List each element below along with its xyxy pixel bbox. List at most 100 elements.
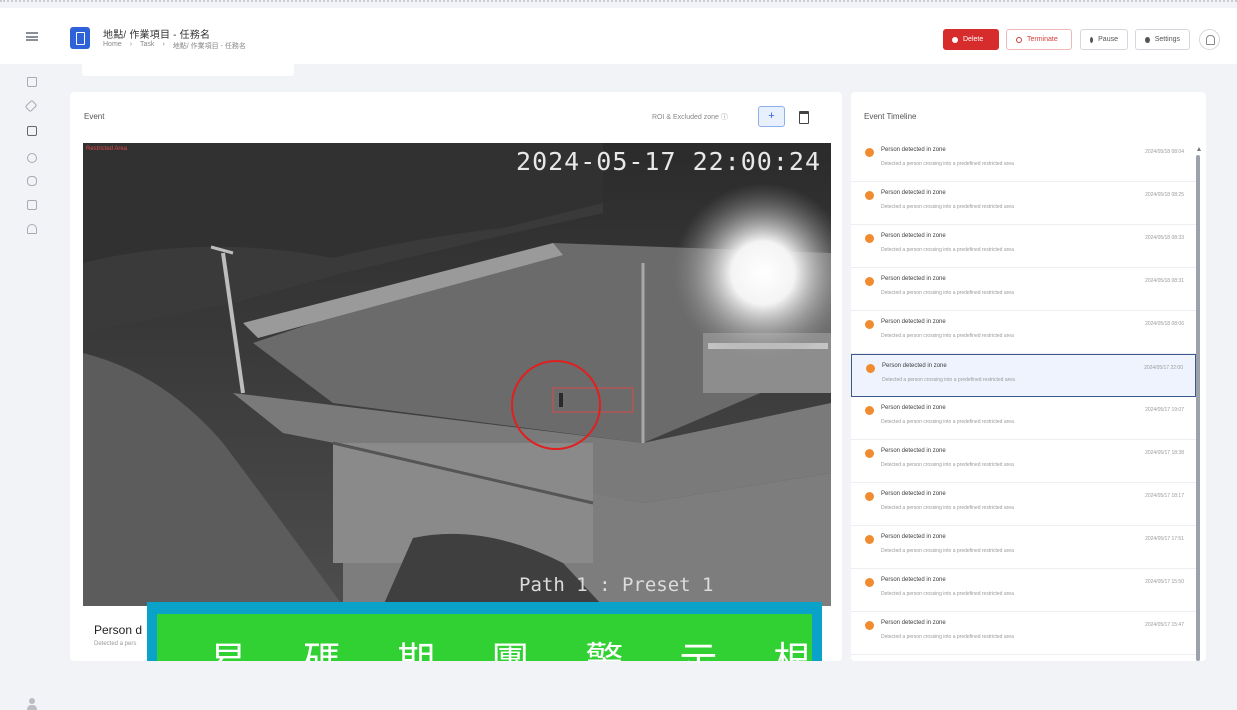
home-icon[interactable] — [27, 77, 37, 87]
event-status-dot-icon — [866, 364, 875, 373]
timeline-item-description: Detected a person crossing into a predef… — [881, 333, 1014, 339]
timeline-item-description: Detected a person crossing into a predef… — [881, 462, 1014, 468]
timeline-list: Person detected in zone Detected a person… — [851, 139, 1196, 655]
timeline-item-title: Person detected in zone — [881, 620, 946, 626]
clock-icon[interactable] — [27, 153, 37, 163]
breadcrumb-task[interactable]: Task — [140, 41, 154, 51]
timeline-item[interactable]: Person detected in zone Detected a person… — [851, 483, 1196, 526]
timeline-item-time: 2024/05/18 08:04 — [1145, 149, 1184, 155]
breadcrumb-current: 地點/ 作業項目 - 任務名 — [172, 43, 246, 50]
tab-strip — [82, 62, 294, 76]
night-scene-image — [83, 143, 831, 606]
event-detail-title: Person d — [94, 623, 143, 637]
document-icon[interactable] — [27, 126, 37, 136]
timeline-item[interactable]: Person detected in zone Detected a person… — [851, 397, 1196, 440]
camera-path-label: Path 1 : Preset 1 — [519, 574, 714, 596]
timeline-item[interactable]: Person detected in zone Detected a person… — [851, 311, 1196, 354]
delete-button[interactable]: Delete — [943, 29, 999, 50]
tag-icon[interactable] — [24, 99, 38, 113]
camera-timestamp: 2024-05-17 22:00:24 — [516, 147, 821, 176]
menu-icon[interactable] — [26, 32, 38, 41]
alert-banner-text: 易 碼 期 團 警 示 根 示 — [209, 639, 822, 661]
timeline-item-title: Person detected in zone — [881, 491, 946, 497]
timeline-item-description: Detected a person crossing into a predef… — [881, 548, 1014, 554]
timeline-item-time: 2024/05/17 15:50 — [1145, 579, 1184, 585]
settings-button[interactable]: Settings — [1135, 29, 1190, 50]
event-status-dot-icon — [865, 406, 874, 415]
timeline-item-title: Person detected in zone — [881, 448, 946, 454]
alert-banner: 易 碼 期 團 警 示 根 示 — [147, 602, 822, 661]
event-status-dot-icon — [865, 578, 874, 587]
grid-icon[interactable] — [27, 200, 37, 210]
breadcrumb-home[interactable]: Home — [103, 41, 122, 51]
gear-icon — [1145, 36, 1150, 43]
timeline-item[interactable]: Person detected in zone Detected a person… — [851, 526, 1196, 569]
timeline-item-title: Person detected in zone — [881, 577, 946, 583]
database-icon[interactable] — [27, 176, 37, 186]
event-status-dot-icon — [865, 449, 874, 458]
event-status-dot-icon — [865, 320, 874, 329]
event-status-dot-icon — [865, 277, 874, 286]
breadcrumb-separator: › — [162, 41, 165, 48]
sidebar — [0, 64, 62, 710]
top-divider — [0, 0, 1237, 6]
timeline-item[interactable]: Person detected in zone Detected a person… — [851, 182, 1196, 225]
event-timeline-panel: Event Timeline Person detected in zone De… — [851, 92, 1206, 661]
event-status-dot-icon — [865, 535, 874, 544]
timeline-item-time: 2024/05/17 17:51 — [1145, 536, 1184, 542]
scroll-up-icon[interactable] — [1197, 147, 1201, 151]
timeline-item[interactable]: Person detected in zone Detected a person… — [851, 569, 1196, 612]
timeline-scrollbar[interactable] — [1196, 155, 1200, 661]
notification-bell-icon[interactable] — [1199, 29, 1220, 50]
timeline-item-time: 2024/05/17 18:38 — [1145, 450, 1184, 456]
terminate-label: Terminate — [1027, 36, 1058, 43]
settings-label: Settings — [1154, 36, 1180, 43]
delete-label: Delete — [963, 36, 984, 43]
timeline-item[interactable]: Person detected in zone Detected a person… — [851, 268, 1196, 311]
user-icon[interactable] — [27, 698, 37, 710]
timeline-item-description: Detected a person crossing into a predef… — [881, 505, 1014, 511]
terminate-button[interactable]: Terminate — [1006, 29, 1072, 50]
timeline-item-title: Person detected in zone — [882, 363, 947, 369]
timeline-item-title: Person detected in zone — [881, 190, 946, 196]
timeline-item-description: Detected a person crossing into a predef… — [881, 204, 1014, 210]
top-header: 地點/ 作業項目 - 任務名 Home › Task › 地點/ 作業項目 - … — [0, 8, 1237, 64]
page-title: 地點/ 作業項目 - 任務名 — [103, 30, 211, 41]
roi-excluded-zone-label[interactable]: ROI & Excluded zone ⓘ — [652, 112, 728, 122]
camera-snapshot[interactable]: Restricted Area 2024-05-17 22:00:24 Path… — [83, 143, 831, 606]
pause-label: Pause — [1098, 36, 1118, 43]
timeline-item-description: Detected a person crossing into a predef… — [881, 290, 1014, 296]
timeline-item-title: Person detected in zone — [881, 147, 946, 153]
pause-icon — [1090, 36, 1094, 43]
timeline-item-title: Person detected in zone — [881, 319, 946, 325]
timeline-item-description: Detected a person crossing into a predef… — [881, 161, 1014, 167]
timeline-item[interactable]: Person detected in zone Detected a person… — [851, 139, 1196, 182]
timeline-item[interactable]: Person detected in zone Detected a person… — [851, 225, 1196, 268]
add-roi-button[interactable]: + — [758, 106, 785, 127]
calendar-icon[interactable] — [790, 106, 817, 127]
timeline-item-title: Person detected in zone — [881, 405, 946, 411]
timeline-item-time: 2024/05/17 22:00 — [1144, 365, 1183, 371]
timeline-item-time: 2024/05/17 19:07 — [1145, 407, 1184, 413]
timeline-item[interactable]: Person detected in zone Detected a person… — [851, 440, 1196, 483]
timeline-item-description: Detected a person crossing into a predef… — [882, 377, 1015, 383]
timeline-item-description: Detected a person crossing into a predef… — [881, 591, 1014, 597]
timeline-title: Event Timeline — [864, 112, 917, 121]
event-status-dot-icon — [865, 621, 874, 630]
timeline-item-description: Detected a person crossing into a predef… — [881, 247, 1014, 253]
timeline-item-title: Person detected in zone — [881, 276, 946, 282]
timeline-item[interactable]: Person detected in zone Detected a person… — [851, 354, 1196, 397]
breadcrumb: Home › Task › 地點/ 作業項目 - 任務名 — [103, 41, 246, 51]
timeline-item-description: Detected a person crossing into a predef… — [881, 419, 1014, 425]
event-status-dot-icon — [865, 234, 874, 243]
timeline-item-time: 2024/05/18 08:06 — [1145, 321, 1184, 327]
timeline-item-title: Person detected in zone — [881, 534, 946, 540]
task-app-icon — [70, 27, 90, 49]
pause-button[interactable]: Pause — [1080, 29, 1128, 50]
building-icon[interactable] — [27, 224, 37, 234]
restricted-area-label: Restricted Area — [86, 146, 128, 152]
event-title: Event — [84, 112, 105, 121]
event-detail-description: Detected a pers — [94, 641, 137, 647]
event-status-dot-icon — [865, 191, 874, 200]
timeline-item[interactable]: Person detected in zone Detected a person… — [851, 612, 1196, 655]
